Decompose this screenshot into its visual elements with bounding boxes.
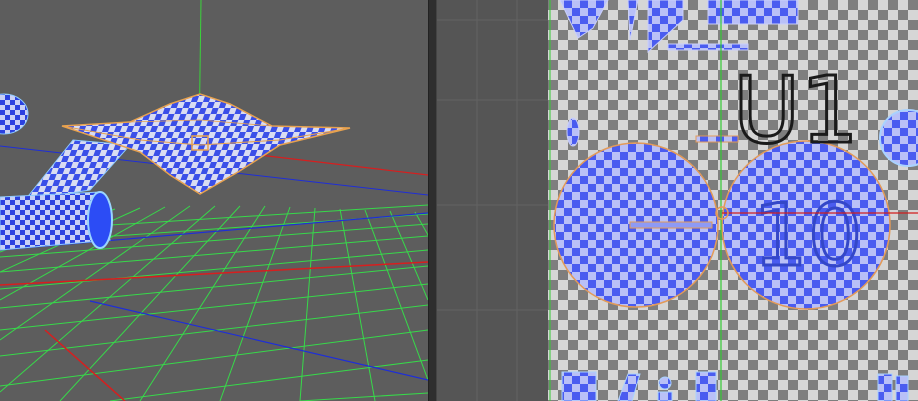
3d-viewport[interactable] xyxy=(0,0,428,401)
sphere-object[interactable] xyxy=(0,93,29,135)
uv-island-circle-left[interactable] xyxy=(553,142,719,308)
texture-label-u1: U1 xyxy=(733,57,859,164)
barrel-object[interactable] xyxy=(0,139,132,251)
panel-splitter[interactable] xyxy=(428,0,437,401)
viewport-canvas[interactable] xyxy=(0,0,428,401)
uv-island-strip[interactable] xyxy=(695,135,739,143)
uv-editor[interactable]: U1 10 xyxy=(548,0,918,401)
axis-z-line-floor xyxy=(89,300,428,381)
axis-x-floor xyxy=(0,261,428,286)
uv-island-small[interactable] xyxy=(566,117,580,147)
axis-x-floor-2 xyxy=(44,329,126,401)
uv-island-label-10: 10 xyxy=(753,186,862,286)
uv-background-canvas xyxy=(437,0,548,401)
uv-canvas[interactable]: U1 10 xyxy=(548,0,918,401)
uv-background-area[interactable] xyxy=(437,0,548,401)
